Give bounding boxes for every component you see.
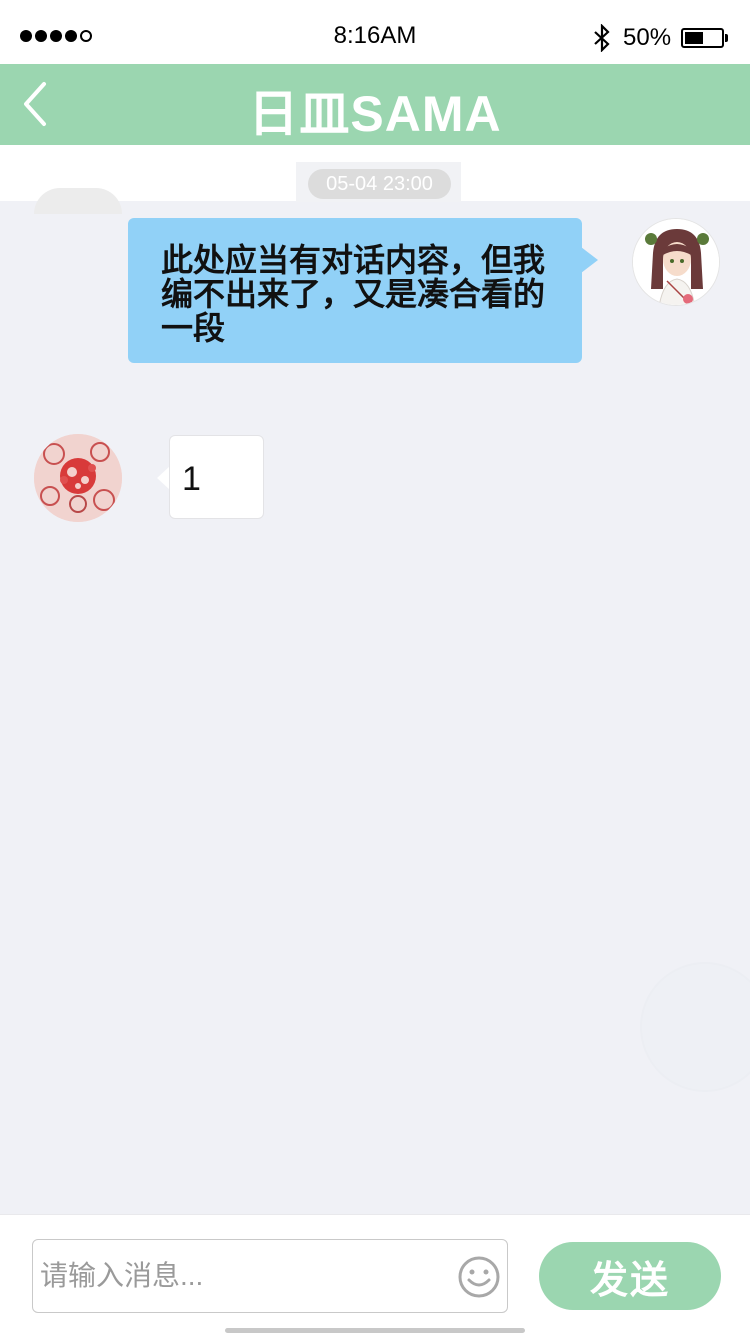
- battery-tip: [725, 34, 728, 42]
- emoji-button[interactable]: [457, 1255, 501, 1299]
- send-button[interactable]: 发送: [539, 1242, 721, 1310]
- message-line: 一段: [161, 310, 226, 346]
- status-bar: 8:16AM 50%: [0, 0, 750, 64]
- message-text: 1: [182, 460, 201, 498]
- smiley-icon: [458, 1256, 500, 1298]
- nav-bar: 日皿SAMA: [0, 64, 750, 145]
- page-title: 日皿SAMA: [248, 86, 502, 142]
- message-timestamp: 05-04 23:00: [308, 169, 451, 199]
- message-input[interactable]: [32, 1239, 508, 1313]
- message-line: 编不出来了，又是凑合看的: [161, 276, 546, 312]
- battery-icon: [681, 28, 724, 48]
- contact-avatar[interactable]: [34, 434, 122, 522]
- timestamp-wrap: 05-04 23:00: [296, 162, 461, 202]
- input-bar: 发送: [0, 1214, 750, 1334]
- red-pattern-avatar-icon: [34, 434, 122, 522]
- outgoing-bubble-tail: [581, 247, 598, 273]
- incoming-message-bubble[interactable]: 1: [169, 435, 264, 519]
- bluetooth-icon: [594, 24, 610, 52]
- battery-level-fill: [685, 32, 703, 44]
- home-indicator: [225, 1328, 525, 1333]
- floating-assistive-button[interactable]: [640, 962, 750, 1092]
- battery-percent: 50%: [623, 24, 672, 51]
- message-line: 此处应当有对话内容，但我: [161, 242, 546, 278]
- outgoing-message-bubble[interactable]: 此处应当有对话内容，但我 编不出来了，又是凑合看的 一段: [128, 218, 582, 363]
- anime-girl-avatar-icon: [633, 219, 719, 305]
- faded-avatar: [34, 188, 122, 214]
- my-avatar[interactable]: [632, 218, 720, 306]
